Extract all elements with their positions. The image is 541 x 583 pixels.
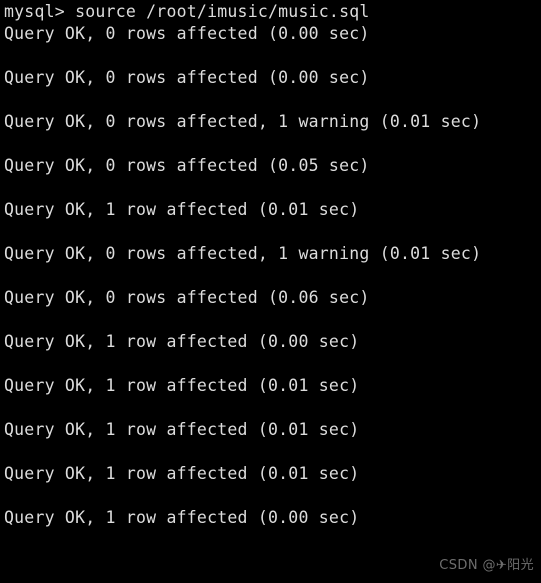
terminal-result-line: Query OK, 0 rows affected, 1 warning (0.… (4, 112, 482, 131)
terminal-prompt-line: mysql> source /root/imusic/music.sql (4, 2, 370, 21)
terminal-result-line: Query OK, 1 row affected (0.00 sec) (4, 508, 360, 527)
terminal-output: mysql> source /root/imusic/music.sql Quer… (4, 1, 541, 529)
terminal-result-line: Query OK, 0 rows affected (0.00 sec) (4, 68, 370, 87)
terminal-result-line: Query OK, 1 row affected (0.00 sec) (4, 332, 360, 351)
terminal-result-line: Query OK, 0 rows affected (0.06 sec) (4, 288, 370, 307)
terminal-result-line: Query OK, 1 row affected (0.01 sec) (4, 464, 360, 483)
terminal-result-line: Query OK, 0 rows affected, 1 warning (0.… (4, 244, 482, 263)
terminal-window[interactable]: mysql> source /root/imusic/music.sql Quer… (0, 0, 541, 583)
terminal-result-line: Query OK, 1 row affected (0.01 sec) (4, 200, 360, 219)
csdn-watermark: CSDN @✈阳光 (439, 558, 534, 573)
terminal-result-line: Query OK, 1 row affected (0.01 sec) (4, 376, 360, 395)
terminal-result-line: Query OK, 0 rows affected (0.00 sec) (4, 24, 370, 43)
terminal-result-line: Query OK, 1 row affected (0.01 sec) (4, 420, 360, 439)
terminal-result-line: Query OK, 0 rows affected (0.05 sec) (4, 156, 370, 175)
